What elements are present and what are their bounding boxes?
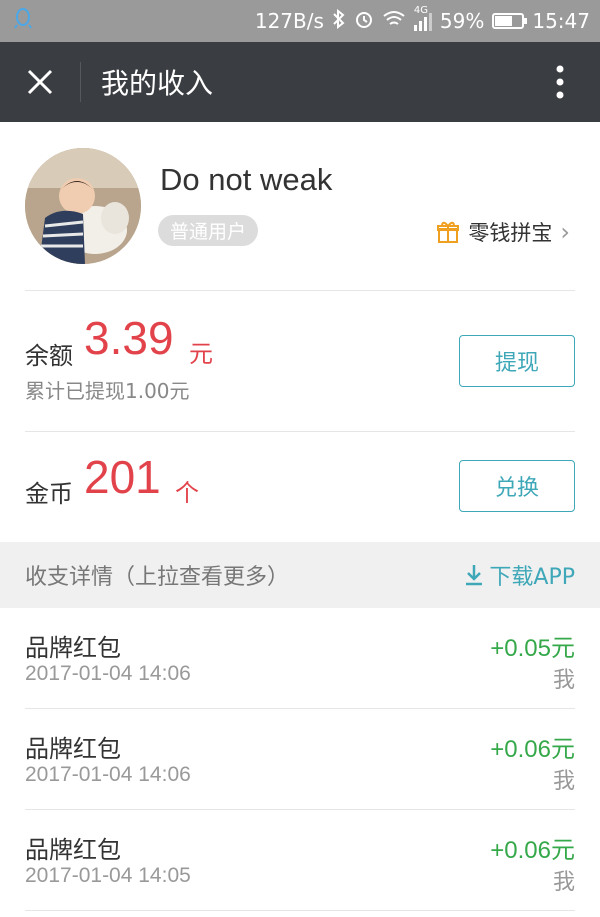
withdrawn-total: 累计已提现1.00元 [25,379,190,403]
transaction-owner: 我 [552,769,575,794]
coins-unit: 个 [175,479,199,507]
transaction-owner: 我 [552,870,575,895]
transaction-amount: +0.05元 [490,635,575,662]
chevron-right-icon: › [560,218,570,246]
download-app-link[interactable]: 下载APP [463,559,575,591]
withdraw-button[interactable]: 提现 [459,335,575,387]
transaction-time: 2017-01-04 14:06 [25,662,191,685]
transaction-list: 品牌红包 2017-01-04 14:06 +0.05元 我 品牌红包 2017… [0,608,600,911]
coins-label: 金币 [25,480,73,508]
transaction-name: 品牌红包 [25,836,121,864]
network-type: 4G [413,5,429,16]
close-icon [27,69,53,95]
treasure-link[interactable]: 零钱拼宝 › [436,217,570,247]
status-bar: 127B/s 4G 59% 15:47 [0,0,600,42]
more-menu-button[interactable] [520,65,600,99]
details-title: 收支详情（上拉查看更多） [25,565,290,590]
more-vertical-icon [556,65,564,99]
balance-label: 余额 [25,342,73,370]
balance-section: 余额 3.39 元 累计已提现1.00元 提现 [0,291,600,431]
transaction-amount: +0.06元 [490,837,575,864]
transaction-row[interactable]: 品牌红包 2017-01-04 14:06 +0.05元 我 [0,608,600,708]
transaction-amount: +0.06元 [490,736,575,763]
transaction-row[interactable]: 品牌红包 2017-01-04 14:06 +0.06元 我 [0,709,600,809]
cellular-signal-icon: 4G [413,5,432,31]
battery-percent: 59% [439,9,485,33]
coins-section: 金币 201 个 兑换 [0,432,600,542]
battery-icon [492,13,528,29]
transaction-name: 品牌红包 [25,634,121,662]
alarm-icon [354,9,374,34]
divider [25,910,575,911]
treasure-label: 零钱拼宝 [468,221,553,245]
qq-icon [14,7,32,35]
transaction-time: 2017-01-04 14:05 [25,864,191,887]
user-level-badge: 普通用户 [158,215,259,246]
gift-icon [437,221,460,243]
exchange-button[interactable]: 兑换 [459,460,575,512]
coins-amount: 201 [84,451,161,503]
close-button[interactable] [0,42,80,122]
profile-card: Do not weak 普通用户 零钱拼宝 › [0,122,600,290]
transaction-name: 品牌红包 [25,735,121,763]
details-header: 收支详情（上拉查看更多） 下载APP [0,542,600,608]
transaction-owner: 我 [552,668,575,693]
title-bar: 我的收入 [0,42,600,122]
transaction-time: 2017-01-04 14:06 [25,763,191,786]
download-app-label: 下载APP [489,565,575,590]
download-icon [466,565,483,586]
network-speed: 127B/s [254,9,324,33]
bluetooth-icon [332,8,346,34]
wifi-icon [382,9,406,33]
page-title: 我的收入 [101,67,214,100]
username: Do not weak [160,162,333,197]
avatar[interactable] [25,148,141,264]
balance-amount: 3.39 [84,312,174,364]
balance-unit: 元 [189,340,213,368]
transaction-row[interactable]: 品牌红包 2017-01-04 14:05 +0.06元 我 [0,810,600,910]
clock: 15:47 [532,9,590,33]
